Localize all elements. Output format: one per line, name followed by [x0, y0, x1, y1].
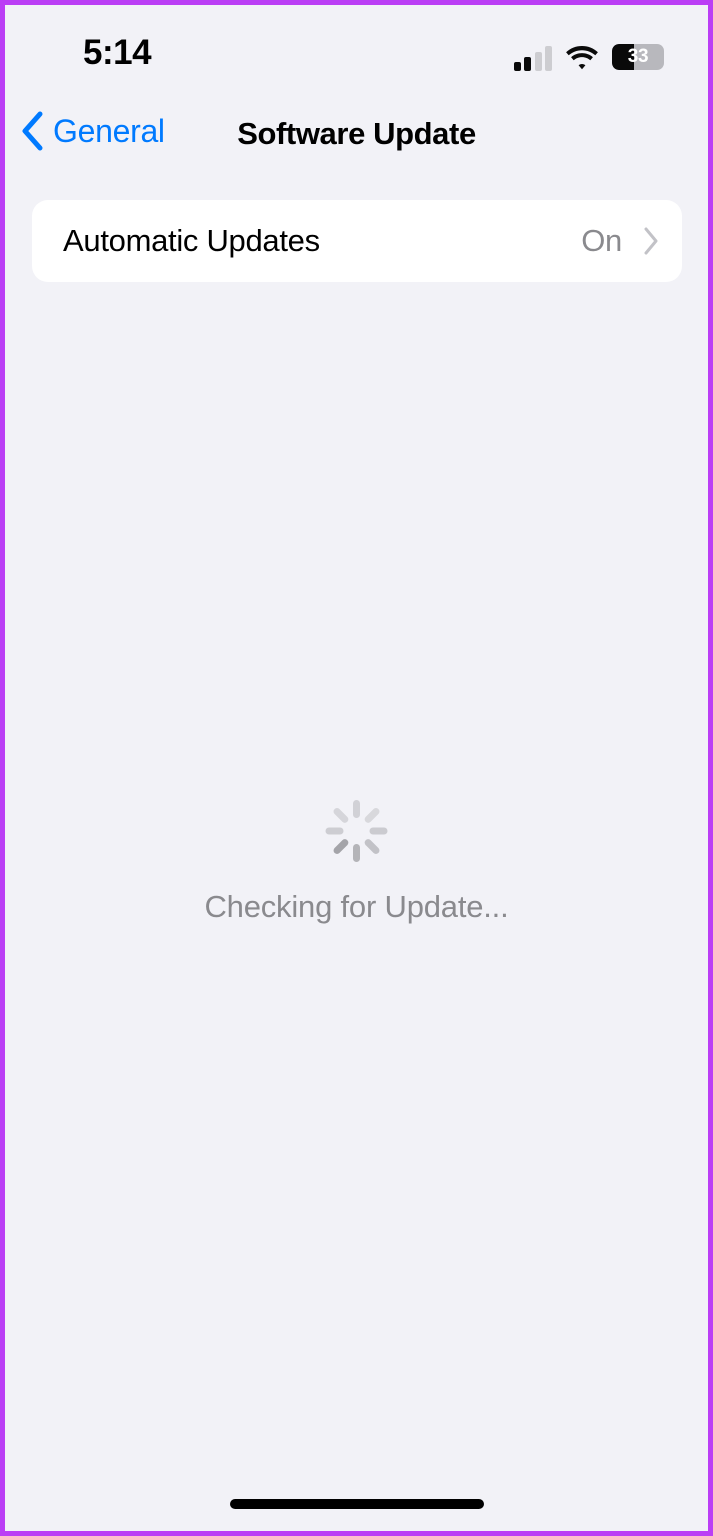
settings-row-value: On — [581, 223, 622, 258]
update-status-block: Checking for Update... — [5, 800, 708, 925]
navigation-bar: General Software Update — [5, 93, 708, 179]
cellular-signal-icon — [513, 46, 552, 71]
iphone-screen: 5:14 33 General Software Update Automati… — [5, 5, 708, 1531]
settings-row-automatic-updates[interactable]: Automatic Updates On — [32, 200, 682, 282]
battery-icon: 33 — [612, 44, 664, 70]
update-status-message: Checking for Update... — [204, 889, 509, 924]
wifi-icon — [566, 46, 598, 70]
home-indicator-bar[interactable] — [229, 1499, 484, 1509]
settings-group: Automatic Updates On — [32, 200, 682, 282]
chevron-right-icon — [644, 227, 658, 255]
status-bar: 5:14 33 — [5, 5, 708, 93]
settings-row-label: Automatic Updates — [63, 223, 320, 258]
page-title: Software Update — [237, 116, 476, 151]
status-bar-time: 5:14 — [83, 33, 152, 72]
activity-indicator-spinner — [325, 800, 388, 862]
status-bar-icons: 33 — [513, 35, 664, 71]
battery-percentage-label: 33 — [627, 46, 649, 67]
